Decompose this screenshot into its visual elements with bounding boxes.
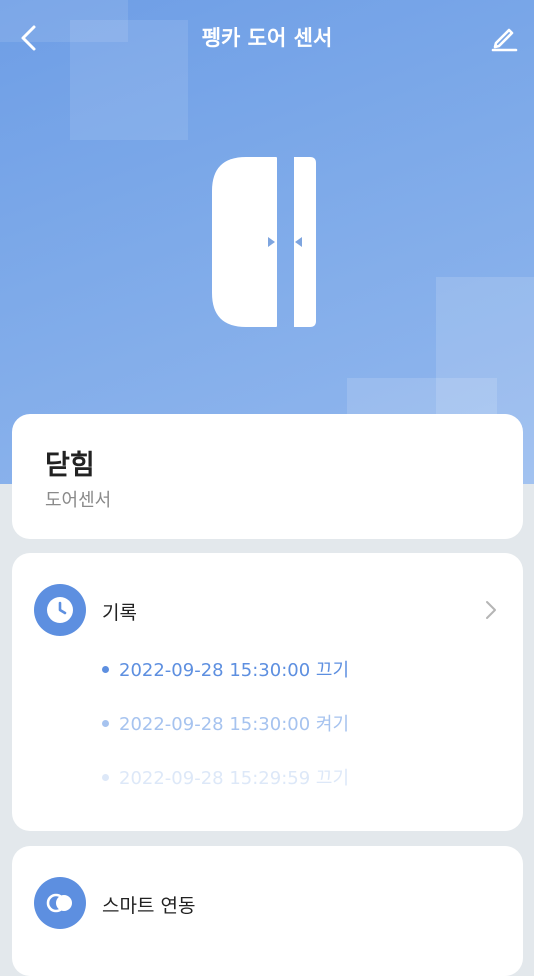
record-item: 2022-09-28 15:30:00 켜기 — [102, 710, 349, 736]
page-title: 펭카 도어 센서 — [201, 26, 333, 50]
record-state: 끄기 — [315, 768, 350, 789]
record-time: 2022-09-28 15:29:59 — [119, 768, 311, 789]
bullet-dot — [102, 773, 109, 781]
record-item: 2022-09-28 15:30:00 끄기 — [102, 656, 349, 682]
record-time: 2022-09-28 15:30:00 — [119, 714, 311, 735]
bullet-dot — [102, 665, 109, 673]
edit-button[interactable] — [488, 22, 520, 54]
hero-banner: 펭카 도어 센서 — [0, 0, 534, 484]
door-status: 닫힘 — [45, 450, 95, 481]
bullet-dot — [102, 719, 109, 727]
clock-icon — [34, 584, 86, 636]
pencil-icon — [491, 28, 518, 52]
device-type: 도어센서 — [45, 490, 112, 511]
status-card: 닫힘 도어센서 — [12, 414, 523, 539]
smart-link-card[interactable]: 스마트 연동 — [12, 846, 523, 976]
record-label: 기록 — [102, 602, 137, 624]
chevron-right-icon[interactable] — [481, 599, 501, 621]
smart-link-label: 스마트 연동 — [102, 895, 196, 917]
record-card[interactable]: 기록 2022-09-28 15:30:00 끄기 2022-09-28 15:… — [12, 553, 523, 831]
record-state: 끄기 — [315, 660, 350, 681]
record-item: 2022-09-28 15:29:59 끄기 — [102, 764, 349, 790]
top-bar: 펭카 도어 센서 — [0, 0, 534, 76]
record-state: 켜기 — [315, 714, 350, 735]
record-time: 2022-09-28 15:30:00 — [119, 660, 311, 681]
link-circles-icon — [34, 877, 86, 929]
door-sensor-icon — [212, 157, 316, 327]
